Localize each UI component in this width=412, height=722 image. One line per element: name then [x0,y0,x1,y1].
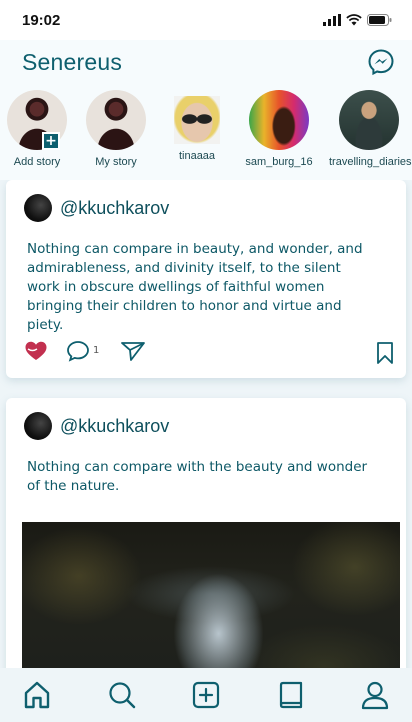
messenger-button[interactable] [366,47,396,77]
status-icons [323,14,392,26]
feed: @kkuchkarov Nothing can compare in beaut… [0,180,412,668]
story-label: My story [95,156,137,168]
search-icon [108,682,135,709]
avatar[interactable] [24,412,52,440]
wifi-icon [346,14,362,26]
story-label: tinaaaa [178,150,216,162]
app-header: Senereus [0,40,412,84]
messenger-icon [368,49,394,76]
cellular-signal-icon [323,14,341,26]
tab-profile[interactable] [360,680,390,710]
tab-add-post[interactable] [191,680,221,710]
tab-home[interactable] [22,680,52,710]
post-image[interactable] [22,522,400,668]
comment-count: 1 [93,344,100,356]
story-label: travelling_diaries [329,156,412,168]
stories-row: + Add story My story tinaaaa sam_burg_16… [0,84,412,180]
story-add[interactable]: + Add story [0,90,74,168]
post-card: @kkuchkarov Nothing can compare with the… [6,398,406,668]
add-story-plus-icon: + [42,132,60,150]
bookmark-icon [377,342,393,364]
story-my[interactable]: My story [79,90,153,168]
status-time: 19:02 [22,11,61,29]
post-text: Nothing can compare with the beauty and … [27,459,368,494]
like-button[interactable] [24,340,48,362]
comment-icon [67,341,89,362]
heart-icon [25,341,47,360]
story-avatar [249,90,309,150]
story-label: Add story [13,156,61,168]
home-icon [24,681,50,709]
story-avatar [86,90,146,150]
tab-search[interactable] [107,680,137,710]
post-header[interactable]: @kkuchkarov [24,412,169,440]
bookmark-button[interactable] [376,341,394,365]
bottom-tab-bar [0,668,412,722]
share-button[interactable] [120,340,146,362]
profile-icon [361,681,389,710]
post-username[interactable]: @kkuchkarov [60,416,169,437]
send-icon [121,342,145,361]
post-text: Nothing can compare in beauty, and wonde… [27,241,363,333]
battery-icon [367,14,392,26]
app-title: Senereus [22,48,123,75]
post-actions: 1 [24,340,394,364]
story-label: sam_burg_16 [245,156,313,168]
post-header[interactable]: @kkuchkarov [24,194,169,222]
comment-button[interactable]: 1 [66,340,99,362]
story-avatar [174,96,220,144]
add-post-icon [192,681,220,709]
story-travelling[interactable]: travelling_diaries [326,90,412,168]
story-avatar [339,90,399,150]
story-tinaaaa[interactable]: tinaaaa [160,90,234,162]
story-sam-burg[interactable]: sam_burg_16 [242,90,316,168]
post-username[interactable]: @kkuchkarov [60,198,169,219]
book-icon [279,681,302,709]
post-card: @kkuchkarov Nothing can compare in beaut… [6,180,406,378]
avatar[interactable] [24,194,52,222]
tab-library[interactable] [276,680,306,710]
status-bar: 19:02 [0,0,412,40]
